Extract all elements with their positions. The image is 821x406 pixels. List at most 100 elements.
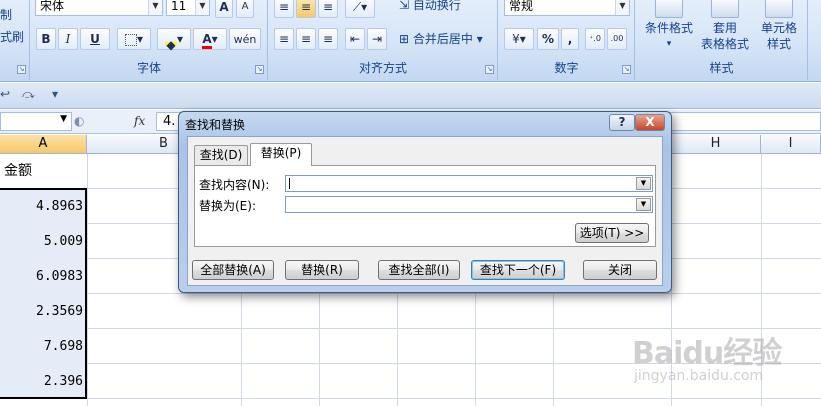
percent-button[interactable]: % — [537, 28, 559, 50]
replace-with-label: 替换为(E): — [199, 199, 256, 213]
name-box[interactable]: ▼ — [0, 112, 72, 131]
find-all-button[interactable]: 查找全部(I) — [378, 260, 460, 280]
table-format-label-1: 套用 — [712, 21, 737, 35]
align-right-button[interactable]: ≡ — [318, 28, 338, 50]
shrink-font-button[interactable]: A — [236, 0, 254, 18]
font-size-value: 11 — [171, 0, 187, 13]
font-color-button[interactable]: A▾ — [193, 28, 227, 50]
font-group-label: 字体 — [136, 61, 161, 75]
conditional-format-label: 条件格式 — [644, 21, 693, 35]
column-header-a[interactable]: A — [0, 135, 87, 154]
chevron-down-icon[interactable]: ▼ — [636, 198, 651, 211]
accounting-format-button[interactable]: ¥▾ — [504, 28, 534, 50]
customize-toolbar-icon[interactable]: ▾ — [52, 87, 58, 101]
chevron-down-icon[interactable]: ▼ — [148, 0, 162, 15]
font-name-combo[interactable]: 宋体 ▼ — [35, 0, 163, 16]
conditional-format-button[interactable]: 条件格式 ▾ — [642, 0, 696, 52]
dialog-title: 查找和替换 — [185, 118, 246, 132]
chevron-down-icon[interactable]: ▼ — [615, 0, 629, 15]
phonetic-button[interactable]: wén — [229, 28, 261, 50]
number-group: 常规 ▼ ¥▾ % , ⁺.0 .00 数字 ↘ — [499, 0, 635, 80]
replace-all-button[interactable]: 全部替换(A) — [192, 260, 274, 280]
format-painter-button[interactable]: 式刷 — [0, 28, 24, 45]
tab-replace[interactable]: 替换(P) — [250, 143, 312, 166]
undo-icon[interactable]: ↩ — [0, 87, 10, 101]
grow-font-button[interactable]: A — [215, 0, 233, 18]
fill-color-button[interactable]: ◆▾ — [157, 28, 191, 52]
bold-button[interactable]: B — [36, 28, 56, 50]
font-size-combo[interactable]: 11 ▼ — [166, 0, 210, 16]
wrap-text-label: 自动换行 — [412, 0, 461, 12]
cell-styles-label-2: 样式 — [766, 37, 791, 51]
decrease-indent-button[interactable]: ⇤ — [345, 28, 365, 50]
chevron-down-icon[interactable]: ▼ — [195, 0, 209, 15]
find-next-button[interactable]: 查找下一个(F) — [471, 260, 565, 280]
replace-panel: 查找内容(N): ▼ 替换为(E): ▼ 选项(T) >> — [194, 165, 656, 247]
tab-find[interactable]: 查找(D) — [194, 145, 248, 165]
find-replace-dialog: 查找和替换 ? X 查找(D) 替换(P) 查找内容(N): ▼ 替换为(E):… — [178, 111, 672, 293]
font-name-value: 宋体 — [40, 0, 65, 13]
underline-button[interactable]: U — [80, 28, 110, 50]
align-left-button[interactable]: ≡ — [274, 28, 294, 50]
chevron-down-icon: ▾ — [666, 39, 672, 49]
number-launcher-icon[interactable]: ↘ — [622, 65, 631, 74]
close-icon[interactable]: X — [635, 114, 665, 131]
dialog-body: 查找(D) 替换(P) 查找内容(N): ▼ 替换为(E): ▼ 选项(T) >… — [187, 136, 663, 286]
orientation-button[interactable]: ⟋▾ — [345, 0, 375, 18]
replace-button[interactable]: 替换(R) — [285, 260, 359, 280]
options-button[interactable]: 选项(T) >> — [575, 223, 649, 243]
increase-indent-button[interactable]: ⇥ — [367, 28, 387, 50]
comma-button[interactable]: , — [561, 28, 579, 50]
align-bottom-button[interactable]: ≡ — [318, 0, 338, 18]
number-group-label: 数字 — [554, 61, 579, 75]
watermark-logo: Baidu经验 — [632, 336, 782, 371]
cell-styles-label-1: 单元格 — [760, 21, 797, 35]
increase-decimal-button[interactable]: ⁺.0 — [585, 28, 605, 50]
column-header-i[interactable]: I — [761, 135, 821, 154]
help-button[interactable]: ? — [609, 114, 635, 131]
align-center-button[interactable]: ≡ — [296, 28, 316, 50]
conditional-format-icon — [655, 0, 683, 18]
text-caret — [289, 178, 290, 189]
styles-group: 条件格式 ▾ 套用 表格格式 单元格 样式 样式 — [636, 0, 808, 80]
merge-center-button[interactable]: ⊞ 合并后居中 ▾ — [399, 30, 483, 47]
paint-bucket-icon: ◆ — [164, 35, 177, 52]
table-format-icon — [711, 0, 739, 18]
clipboard-group: 制 式刷 ↘ — [0, 0, 30, 80]
wrap-text-button[interactable]: ⇲ 自动换行 — [399, 0, 461, 13]
italic-button[interactable]: I — [58, 28, 78, 50]
copy-button[interactable]: 制 — [0, 6, 12, 23]
border-icon — [124, 33, 137, 46]
currency-icon: ¥ — [512, 32, 520, 46]
redo-icon[interactable]: ⤼ — [22, 87, 35, 102]
find-what-label: 查找内容(N): — [199, 178, 270, 192]
cell-styles-button[interactable]: 单元格 样式 — [754, 0, 804, 52]
alignment-group: ≡ ≡ ≡ ⟋▾ ⇲ 自动换行 ≡ ≡ ≡ ⇤ ⇥ ⊞ 合并后居中 ▾ 对齐方式… — [269, 0, 498, 80]
align-top-button[interactable]: ≡ — [274, 0, 294, 18]
number-format-value: 常规 — [509, 0, 534, 13]
chevron-down-icon[interactable]: ▾ — [477, 32, 483, 46]
chevron-down-icon[interactable]: ▼ — [636, 177, 651, 190]
clipboard-launcher-icon[interactable]: ↘ — [17, 65, 26, 74]
decrease-decimal-button[interactable]: .00 — [607, 28, 627, 50]
number-format-combo[interactable]: 常规 ▼ — [504, 0, 630, 16]
chevron-down-icon[interactable]: ▼ — [60, 114, 67, 124]
column-header-h[interactable]: H — [671, 135, 761, 154]
align-middle-button[interactable]: ≡ — [296, 0, 316, 18]
ribbon: 制 式刷 ↘ 宋体 ▼ 11 ▼ A A B I U ▾ ◆▾ A▾ wén 字… — [0, 0, 821, 82]
phonetic-icon: wén — [233, 33, 257, 46]
formula-bar-splitter-icon[interactable]: ◐ — [74, 114, 84, 128]
close-button[interactable]: 关闭 — [583, 260, 657, 280]
styles-group-label: 样式 — [709, 61, 734, 75]
find-what-input[interactable]: ▼ — [285, 175, 653, 192]
border-button[interactable]: ▾ — [117, 28, 151, 50]
grid-line — [87, 154, 88, 406]
cell-styles-icon — [765, 0, 793, 18]
format-as-table-button[interactable]: 套用 表格格式 — [696, 0, 754, 52]
replace-with-input[interactable]: ▼ — [285, 196, 653, 213]
font-launcher-icon[interactable]: ↘ — [255, 65, 264, 74]
alignment-launcher-icon[interactable]: ↘ — [485, 65, 494, 74]
insert-function-icon[interactable]: fx — [134, 114, 145, 128]
cell-a1[interactable]: 金额 — [0, 154, 87, 189]
grid-line — [0, 398, 821, 399]
